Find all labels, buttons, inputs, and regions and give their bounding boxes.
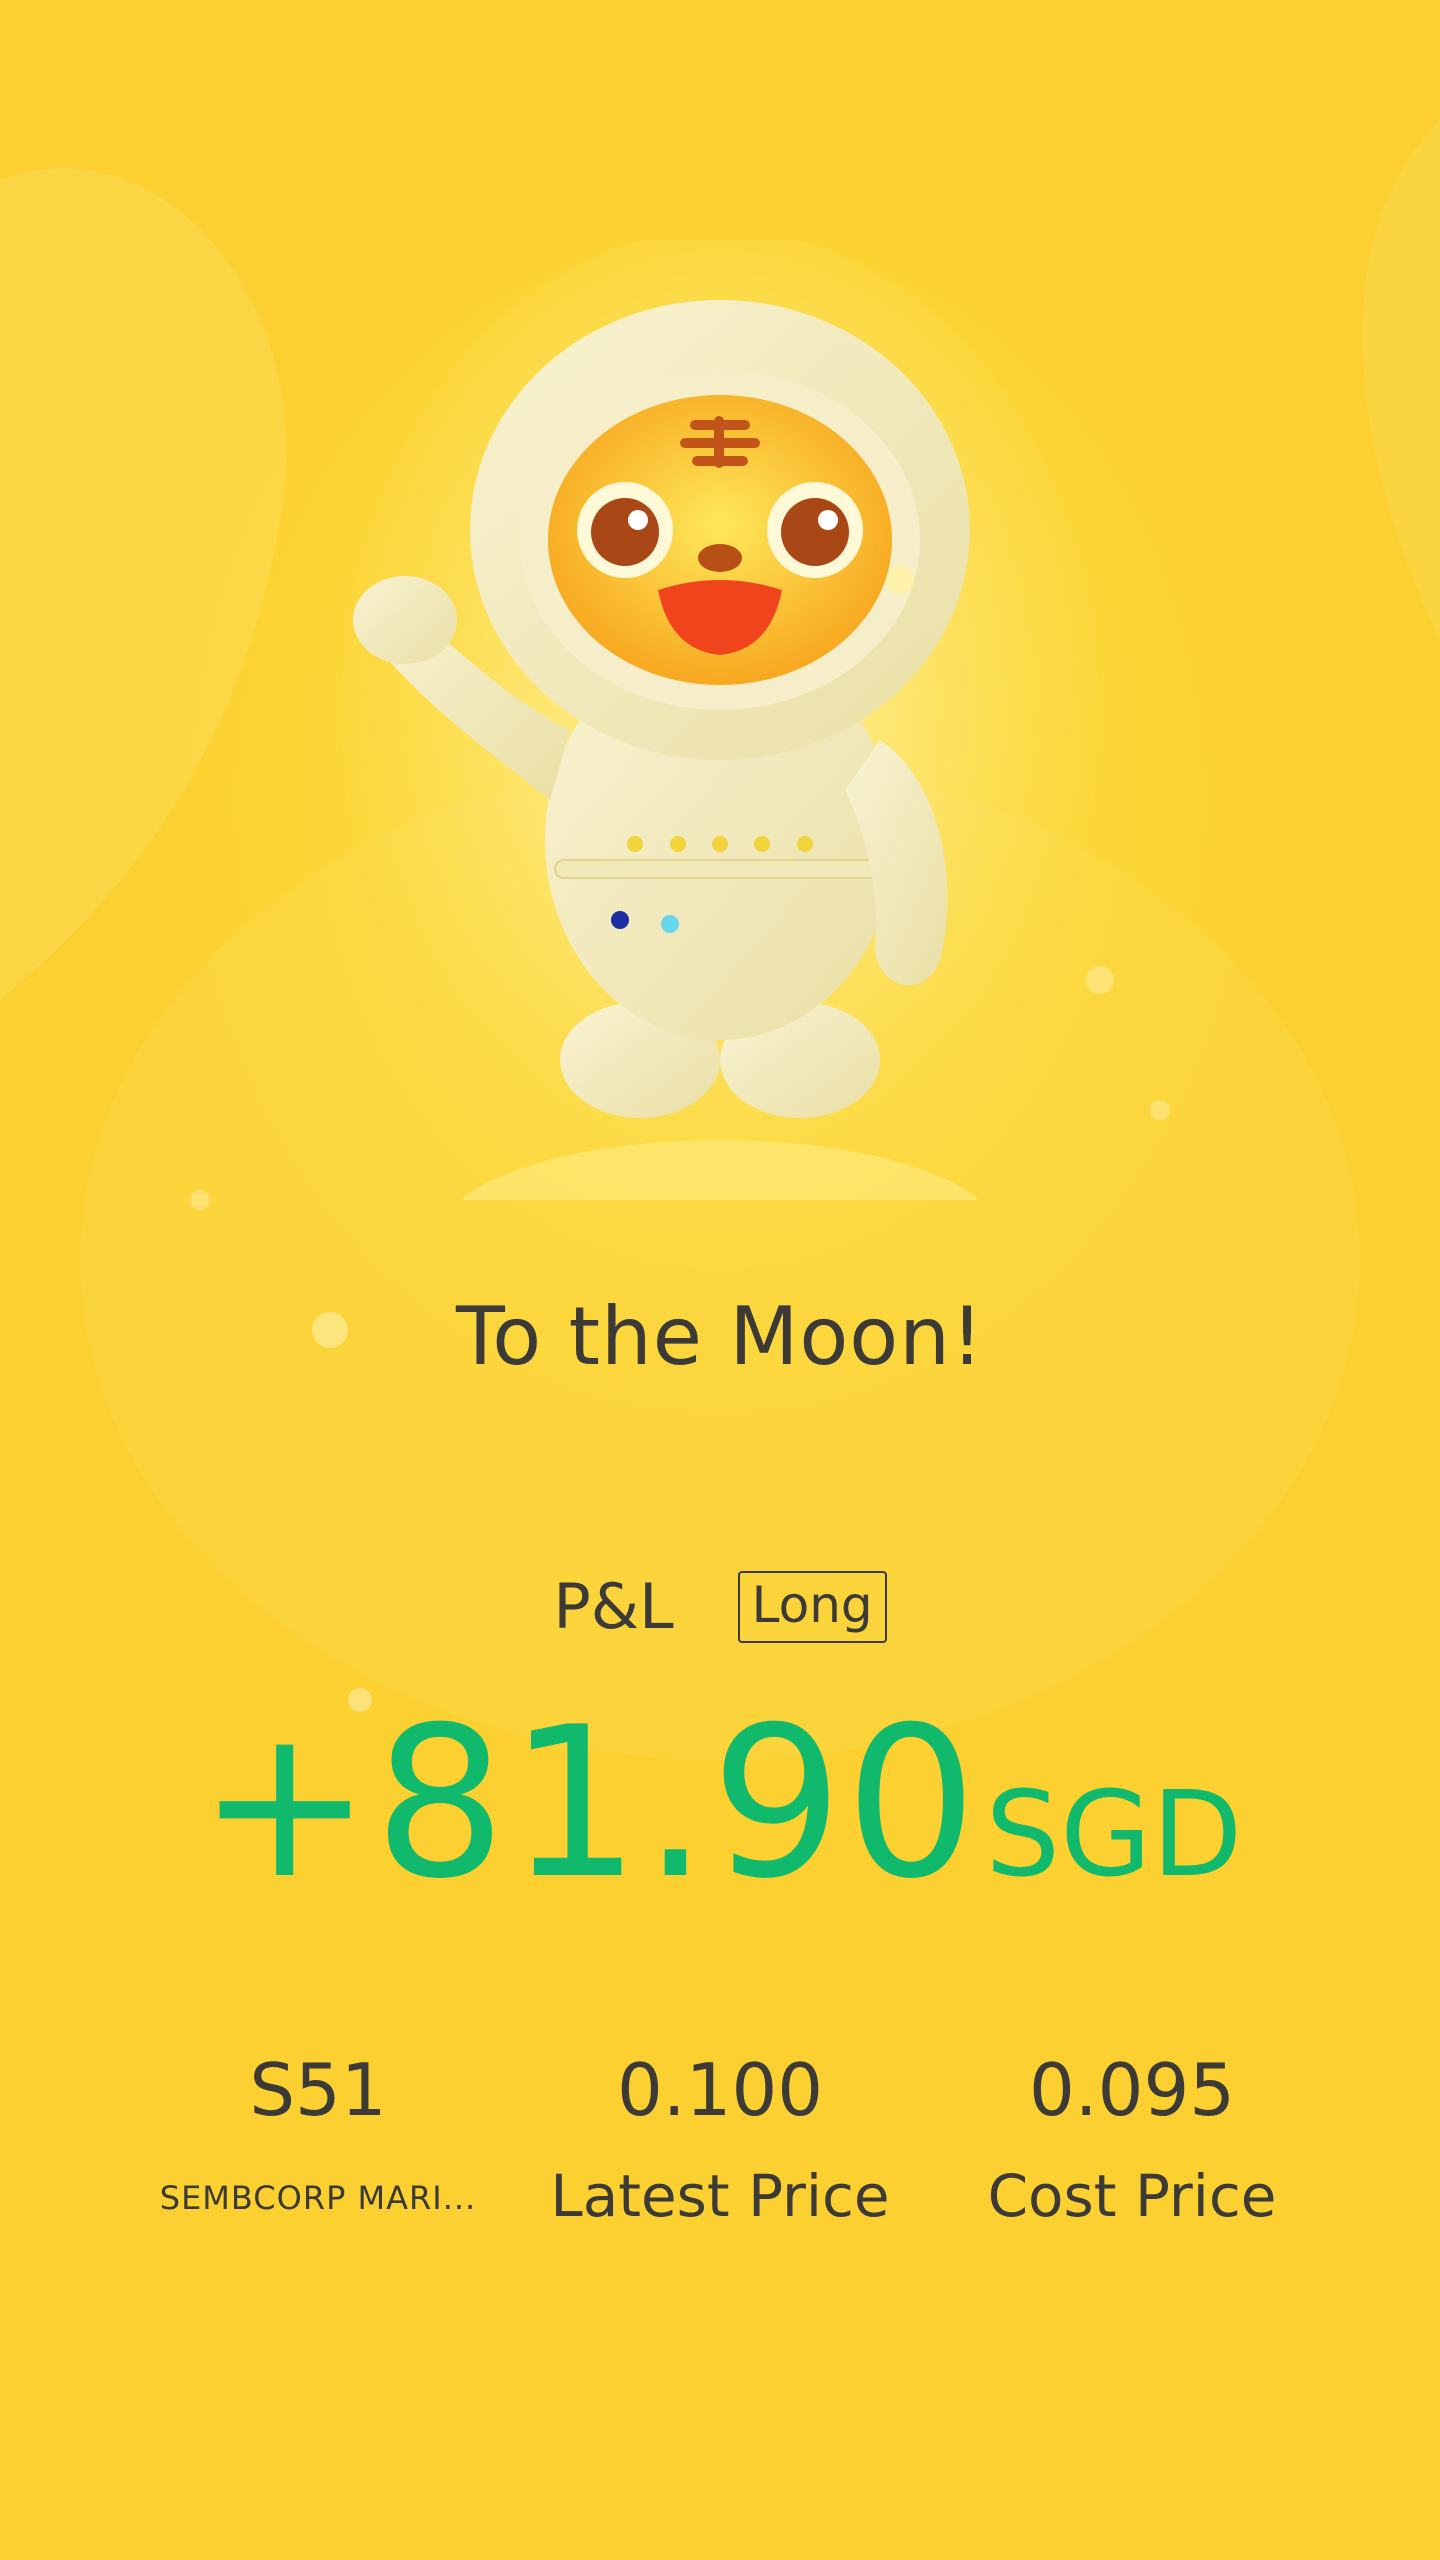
stock-info: S51 SEMBCORP MARI... [118,2040,518,2228]
pnl-value: +81.90 [197,1683,980,1925]
cost-price-value: 0.095 [1028,2048,1236,2132]
pnl-amount: +81.90 SGD [0,1700,1440,1908]
stats-row: S51 SEMBCORP MARI... 0.100 Latest Price … [0,2040,1440,2240]
latest-price-value: 0.100 [616,2048,824,2132]
stock-code: S51 [249,2048,387,2132]
latest-price-label: Latest Price [550,2162,890,2230]
pnl-header: P&L Long [0,1570,1440,1643]
headline: To the Moon! [455,1290,985,1383]
pnl-label: P&L [553,1570,674,1643]
stock-name: SEMBCORP MARI... [159,2179,477,2217]
tiger-astronaut-mascot [340,240,1100,1200]
cost-price-info: 0.095 Cost Price [932,2040,1332,2236]
latest-price-info: 0.100 Latest Price [520,2040,920,2236]
position-tag: Long [737,1570,887,1643]
cost-price-label: Cost Price [987,2162,1277,2230]
pnl-currency: SGD [985,1765,1243,1903]
